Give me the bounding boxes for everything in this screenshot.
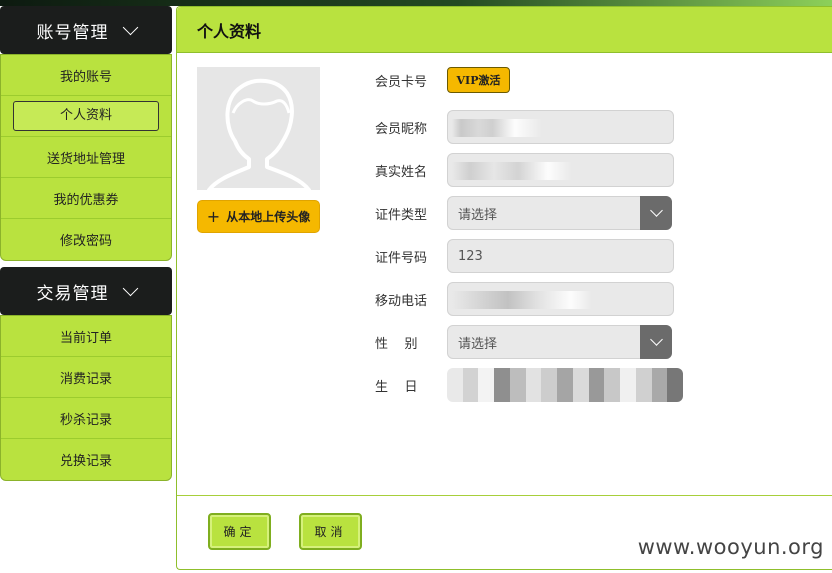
row-id-type: 证件类型 请选择 [375,196,672,230]
idtype-value: 请选择 [458,207,498,223]
sidebar-item-current-orders[interactable]: 当前订单 [1,316,171,357]
sidebar-item-redeem[interactable]: 兑换记录 [1,439,171,480]
plus-icon: + [206,207,221,226]
confirm-button[interactable]: 确定 [208,513,271,550]
sidebar-item-profile[interactable]: 个人资料 [1,96,171,137]
sidebar-item-password[interactable]: 修改密码 [1,219,171,260]
page-title: 个人资料 [177,7,832,53]
dropdown-button[interactable] [640,325,672,359]
dropdown-button[interactable] [640,196,672,230]
cancel-button[interactable]: 取消 [299,513,362,550]
nickname-field[interactable] [447,110,674,144]
row-gender: 性 别 请选择 [375,325,672,359]
row-card-number: 会员卡号 VIP激活 [375,67,510,93]
upload-label: 从本地上传头像 [226,210,311,224]
sidebar-item-spending[interactable]: 消费记录 [1,357,171,398]
group-header-trade[interactable]: 交易管理 [0,267,172,315]
sidebar-item-my-account[interactable]: 我的账号 [1,55,171,96]
sidebar-item-address[interactable]: 送货地址管理 [1,137,171,178]
group-title: 账号管理 [36,22,109,43]
birthday-field[interactable] [447,368,683,402]
row-id-number: 证件号码 123 [375,239,674,273]
redacted-value [452,119,542,137]
avatar-placeholder-icon [197,67,320,190]
avatar [197,67,320,190]
row-birthday: 生 日 [375,368,683,402]
chevron-down-icon [122,19,138,35]
idtype-label: 证件类型 [375,207,428,223]
gender-value: 请选择 [458,336,498,352]
main-panel: 个人资料 + 从本地上传头像 会员卡号 VIP激活 会员昵称 真实姓名 证件类型… [176,6,832,570]
birthday-label: 生 日 [375,379,418,395]
upload-avatar-button[interactable]: + 从本地上传头像 [197,200,320,233]
redacted-value [452,162,572,180]
watermark: www.wooyun.org [637,535,824,559]
idnum-field[interactable]: 123 [447,239,674,273]
realname-field[interactable] [447,153,674,187]
idnum-label: 证件号码 [375,250,428,266]
phone-label: 移动电话 [375,293,428,309]
realname-label: 真实姓名 [375,164,428,180]
chevron-down-icon [649,204,663,217]
chevron-down-icon [122,280,138,296]
page: 账号管理 我的账号 个人资料 送货地址管理 我的优惠券 修改密码 交易管理 当前… [0,0,832,573]
nickname-label: 会员昵称 [375,121,428,137]
gender-select[interactable]: 请选择 [447,325,672,359]
gender-label: 性 别 [375,336,418,352]
group-header-account[interactable]: 账号管理 [0,6,172,54]
row-nickname: 会员昵称 [375,110,674,144]
sidebar-item-coupons[interactable]: 我的优惠券 [1,178,171,219]
group-title: 交易管理 [36,283,109,304]
row-phone: 移动电话 [375,282,674,316]
row-realname: 真实姓名 [375,153,674,187]
card-label: 会员卡号 [375,74,428,90]
idtype-select[interactable]: 请选择 [447,196,672,230]
redacted-value [452,291,592,309]
sidebar-item-flash-sale[interactable]: 秒杀记录 [1,398,171,439]
trade-menu: 当前订单 消费记录 秒杀记录 兑换记录 [0,315,172,481]
chevron-down-icon [649,333,663,346]
sidebar: 账号管理 我的账号 个人资料 送货地址管理 我的优惠券 修改密码 交易管理 当前… [0,6,172,487]
account-menu: 我的账号 个人资料 送货地址管理 我的优惠券 修改密码 [0,54,172,261]
divider [177,495,832,496]
vip-activate-button[interactable]: VIP激活 [447,67,510,93]
phone-field[interactable] [447,282,674,316]
